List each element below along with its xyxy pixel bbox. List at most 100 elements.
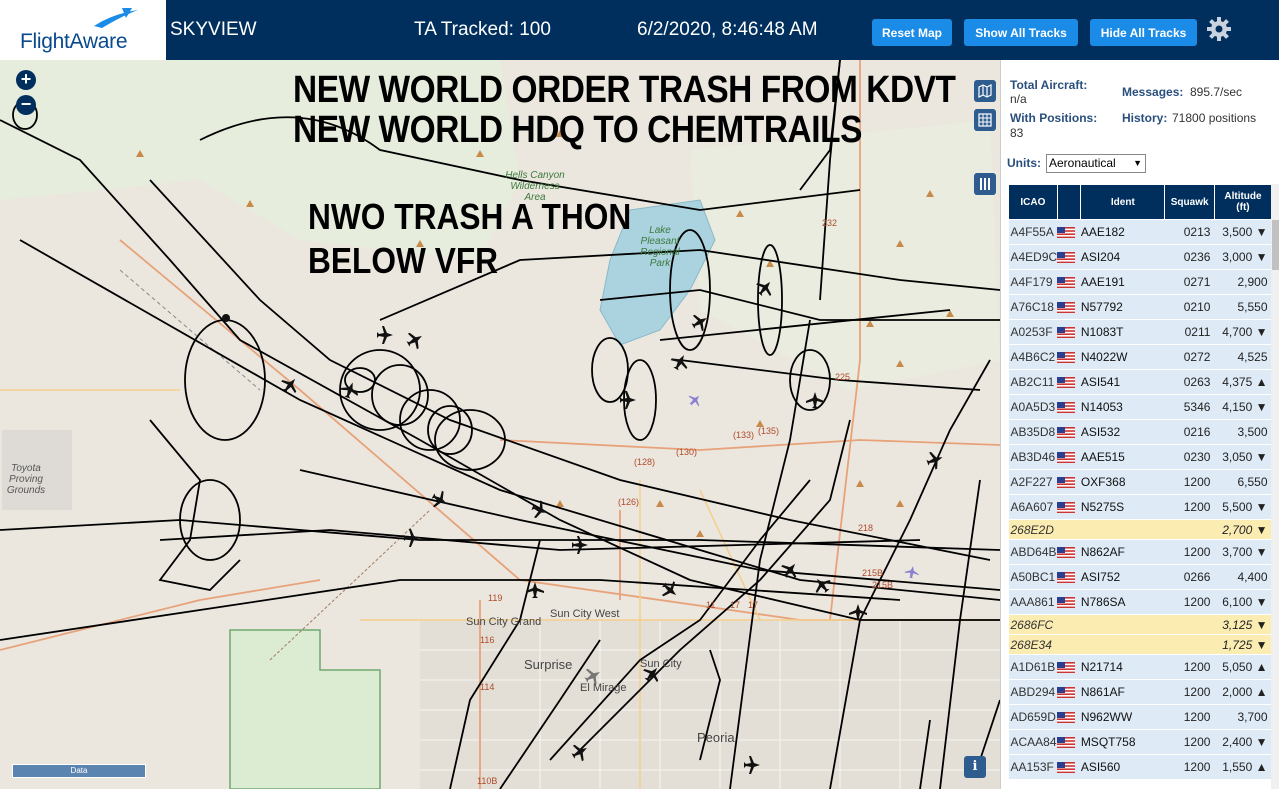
road-label: 114 [480, 682, 495, 692]
cell-squawk [1164, 634, 1215, 655]
cell-squawk: 0213 [1164, 219, 1215, 245]
show-all-tracks-button[interactable]: Show All Tracks [964, 19, 1078, 46]
table-row[interactable]: A4F179 AAE191 0271 2,900 [1008, 269, 1272, 295]
table-row[interactable]: 268E34 1,725 ▼ [1008, 634, 1272, 655]
column-header-squawk[interactable]: Squawk [1164, 184, 1215, 220]
table-row[interactable]: A50BC1 ASI752 0266 4,400 [1008, 564, 1272, 590]
column-header-ident[interactable]: Ident [1080, 184, 1166, 220]
zoom-in-button[interactable]: + [16, 70, 36, 90]
cell-ident: N21714 [1080, 654, 1165, 680]
map-canvas[interactable] [0, 60, 1000, 789]
map-label-peoria: Peoria [697, 730, 735, 745]
app-title: SKYVIEW [170, 19, 257, 40]
cell-flag [1057, 539, 1081, 565]
cell-icao: AA153F [1008, 754, 1058, 780]
us-flag-icon [1057, 547, 1076, 559]
skyview-app: FlightAware SKYVIEW TA Tracked: 100 6/2/… [0, 0, 1279, 789]
cell-altitude: 1,725 ▼ [1214, 634, 1272, 655]
cell-squawk: 5346 [1164, 394, 1215, 420]
cell-icao: 2686FC [1008, 614, 1058, 635]
cell-altitude: 3,000 ▼ [1214, 244, 1272, 270]
table-row[interactable]: AB35D8 ASI532 0216 3,500 [1008, 419, 1272, 445]
cell-ident: N861AF [1080, 679, 1165, 705]
hide-all-tracks-button[interactable]: Hide All Tracks [1090, 19, 1197, 46]
grid-toggle-button[interactable] [974, 109, 996, 131]
cell-altitude: 6,100 ▼ [1214, 589, 1272, 615]
cell-icao: A50BC1 [1008, 564, 1058, 590]
cell-altitude: 4,700 ▼ [1214, 319, 1272, 345]
table-row[interactable]: ACAA84 MSQT758 1200 2,400 ▼ [1008, 729, 1272, 755]
cell-ident: ASI560 [1080, 754, 1165, 780]
table-row[interactable]: A6A607 N5275S 1200 5,500 ▼ [1008, 494, 1272, 520]
table-row[interactable]: AD659D N962WW 1200 3,700 [1008, 704, 1272, 730]
table-row[interactable]: A1D61B N21714 1200 5,050 ▲ [1008, 654, 1272, 680]
cell-icao: 268E2D [1008, 519, 1058, 540]
cell-squawk: 1200 [1164, 539, 1215, 565]
column-header-altitude[interactable]: Altitude (ft) [1213, 184, 1273, 220]
table-row[interactable]: A4B6C2 N4022W 0272 4,525 [1008, 344, 1272, 370]
us-flag-icon [1057, 572, 1076, 584]
map-layers-button[interactable] [974, 80, 996, 102]
cell-altitude: 4,150 ▼ [1214, 394, 1272, 420]
cell-icao: A4F179 [1008, 269, 1058, 295]
table-row[interactable]: 2686FC 3,125 ▼ [1008, 614, 1272, 635]
us-flag-icon [1057, 327, 1076, 339]
table-row[interactable]: A0A5D3 N14053 5346 4,150 ▼ [1008, 394, 1272, 420]
gear-icon[interactable] [1206, 16, 1232, 42]
table-row[interactable]: ABD64B N862AF 1200 3,700 ▼ [1008, 539, 1272, 565]
cell-ident: AAE191 [1080, 269, 1165, 295]
cell-flag [1057, 729, 1081, 755]
cell-flag [1057, 244, 1081, 270]
cell-altitude: 3,700 ▼ [1214, 539, 1272, 565]
messages-label: Messages: [1122, 85, 1184, 99]
flightaware-logo[interactable]: FlightAware [0, 0, 166, 60]
table-row[interactable]: AB3D46 AAE515 0230 3,050 ▼ [1008, 444, 1272, 470]
us-flag-icon [1057, 597, 1076, 609]
cell-altitude: 3,125 ▼ [1214, 614, 1272, 635]
map-view[interactable]: + − NEW WORLD ORDER TRASH FROM KDVT NEW … [0, 60, 1000, 789]
table-scrollbar[interactable] [1271, 184, 1279, 789]
cell-icao: A6A607 [1008, 494, 1058, 520]
table-row[interactable]: A2F227 OXF368 1200 6,550 [1008, 469, 1272, 495]
cell-flag [1057, 494, 1081, 520]
cell-icao: A76C18 [1008, 294, 1058, 320]
columns-toggle-button[interactable] [974, 173, 996, 195]
table-row[interactable]: A4F55A AAE182 0213 3,500 ▼ [1008, 219, 1272, 245]
column-header-icao[interactable]: ICAO [1008, 184, 1058, 220]
cell-altitude: 4,400 [1214, 564, 1272, 590]
cell-squawk: 1200 [1164, 654, 1215, 680]
road-label: 17 [748, 600, 759, 610]
table-row[interactable]: A0253F N1083T 0211 4,700 ▼ [1008, 319, 1272, 345]
table-row[interactable]: A76C18 N57792 0210 5,550 [1008, 294, 1272, 320]
table-row[interactable]: ABD294 N861AF 1200 2,000 ▲ [1008, 679, 1272, 705]
cell-icao: ABD64B [1008, 539, 1058, 565]
table-row[interactable]: AAA861 N786SA 1200 6,100 ▼ [1008, 589, 1272, 615]
road-label: 17 [730, 600, 741, 610]
column-header-flag[interactable] [1056, 184, 1082, 220]
us-flag-icon [1057, 402, 1076, 414]
cell-squawk: 0263 [1164, 369, 1215, 395]
us-flag-icon [1057, 687, 1076, 699]
cell-flag [1057, 679, 1081, 705]
table-row[interactable]: AB2C11 ASI541 0263 4,375 ▲ [1008, 369, 1272, 395]
table-row[interactable]: 268E2D 2,700 ▼ [1008, 519, 1272, 540]
cell-ident [1080, 634, 1165, 655]
road-label: 116 [480, 635, 495, 645]
overlay-line-3: NWO TRASH A THON [308, 196, 632, 237]
cell-ident: N4022W [1080, 344, 1165, 370]
cell-icao: A1D61B [1008, 654, 1058, 680]
road-label: 215B [872, 580, 894, 590]
reset-map-button[interactable]: Reset Map [872, 19, 952, 46]
units-select[interactable]: Aeronautical ▼ [1046, 154, 1146, 173]
cell-altitude: 4,525 [1214, 344, 1272, 370]
cell-squawk: 1200 [1164, 589, 1215, 615]
table-row[interactable]: AA153F ASI560 1200 1,550 ▲ [1008, 754, 1272, 780]
cell-ident: MSQT758 [1080, 729, 1165, 755]
info-icon[interactable]: i [964, 756, 986, 778]
zoom-out-button[interactable]: − [16, 95, 36, 115]
cell-ident: ASI204 [1080, 244, 1165, 270]
road-label: 225 [835, 372, 851, 382]
table-row[interactable]: A4ED9C ASI204 0236 3,000 ▼ [1008, 244, 1272, 270]
scrollbar-thumb[interactable] [1272, 220, 1279, 270]
cell-squawk: 1200 [1164, 754, 1215, 780]
